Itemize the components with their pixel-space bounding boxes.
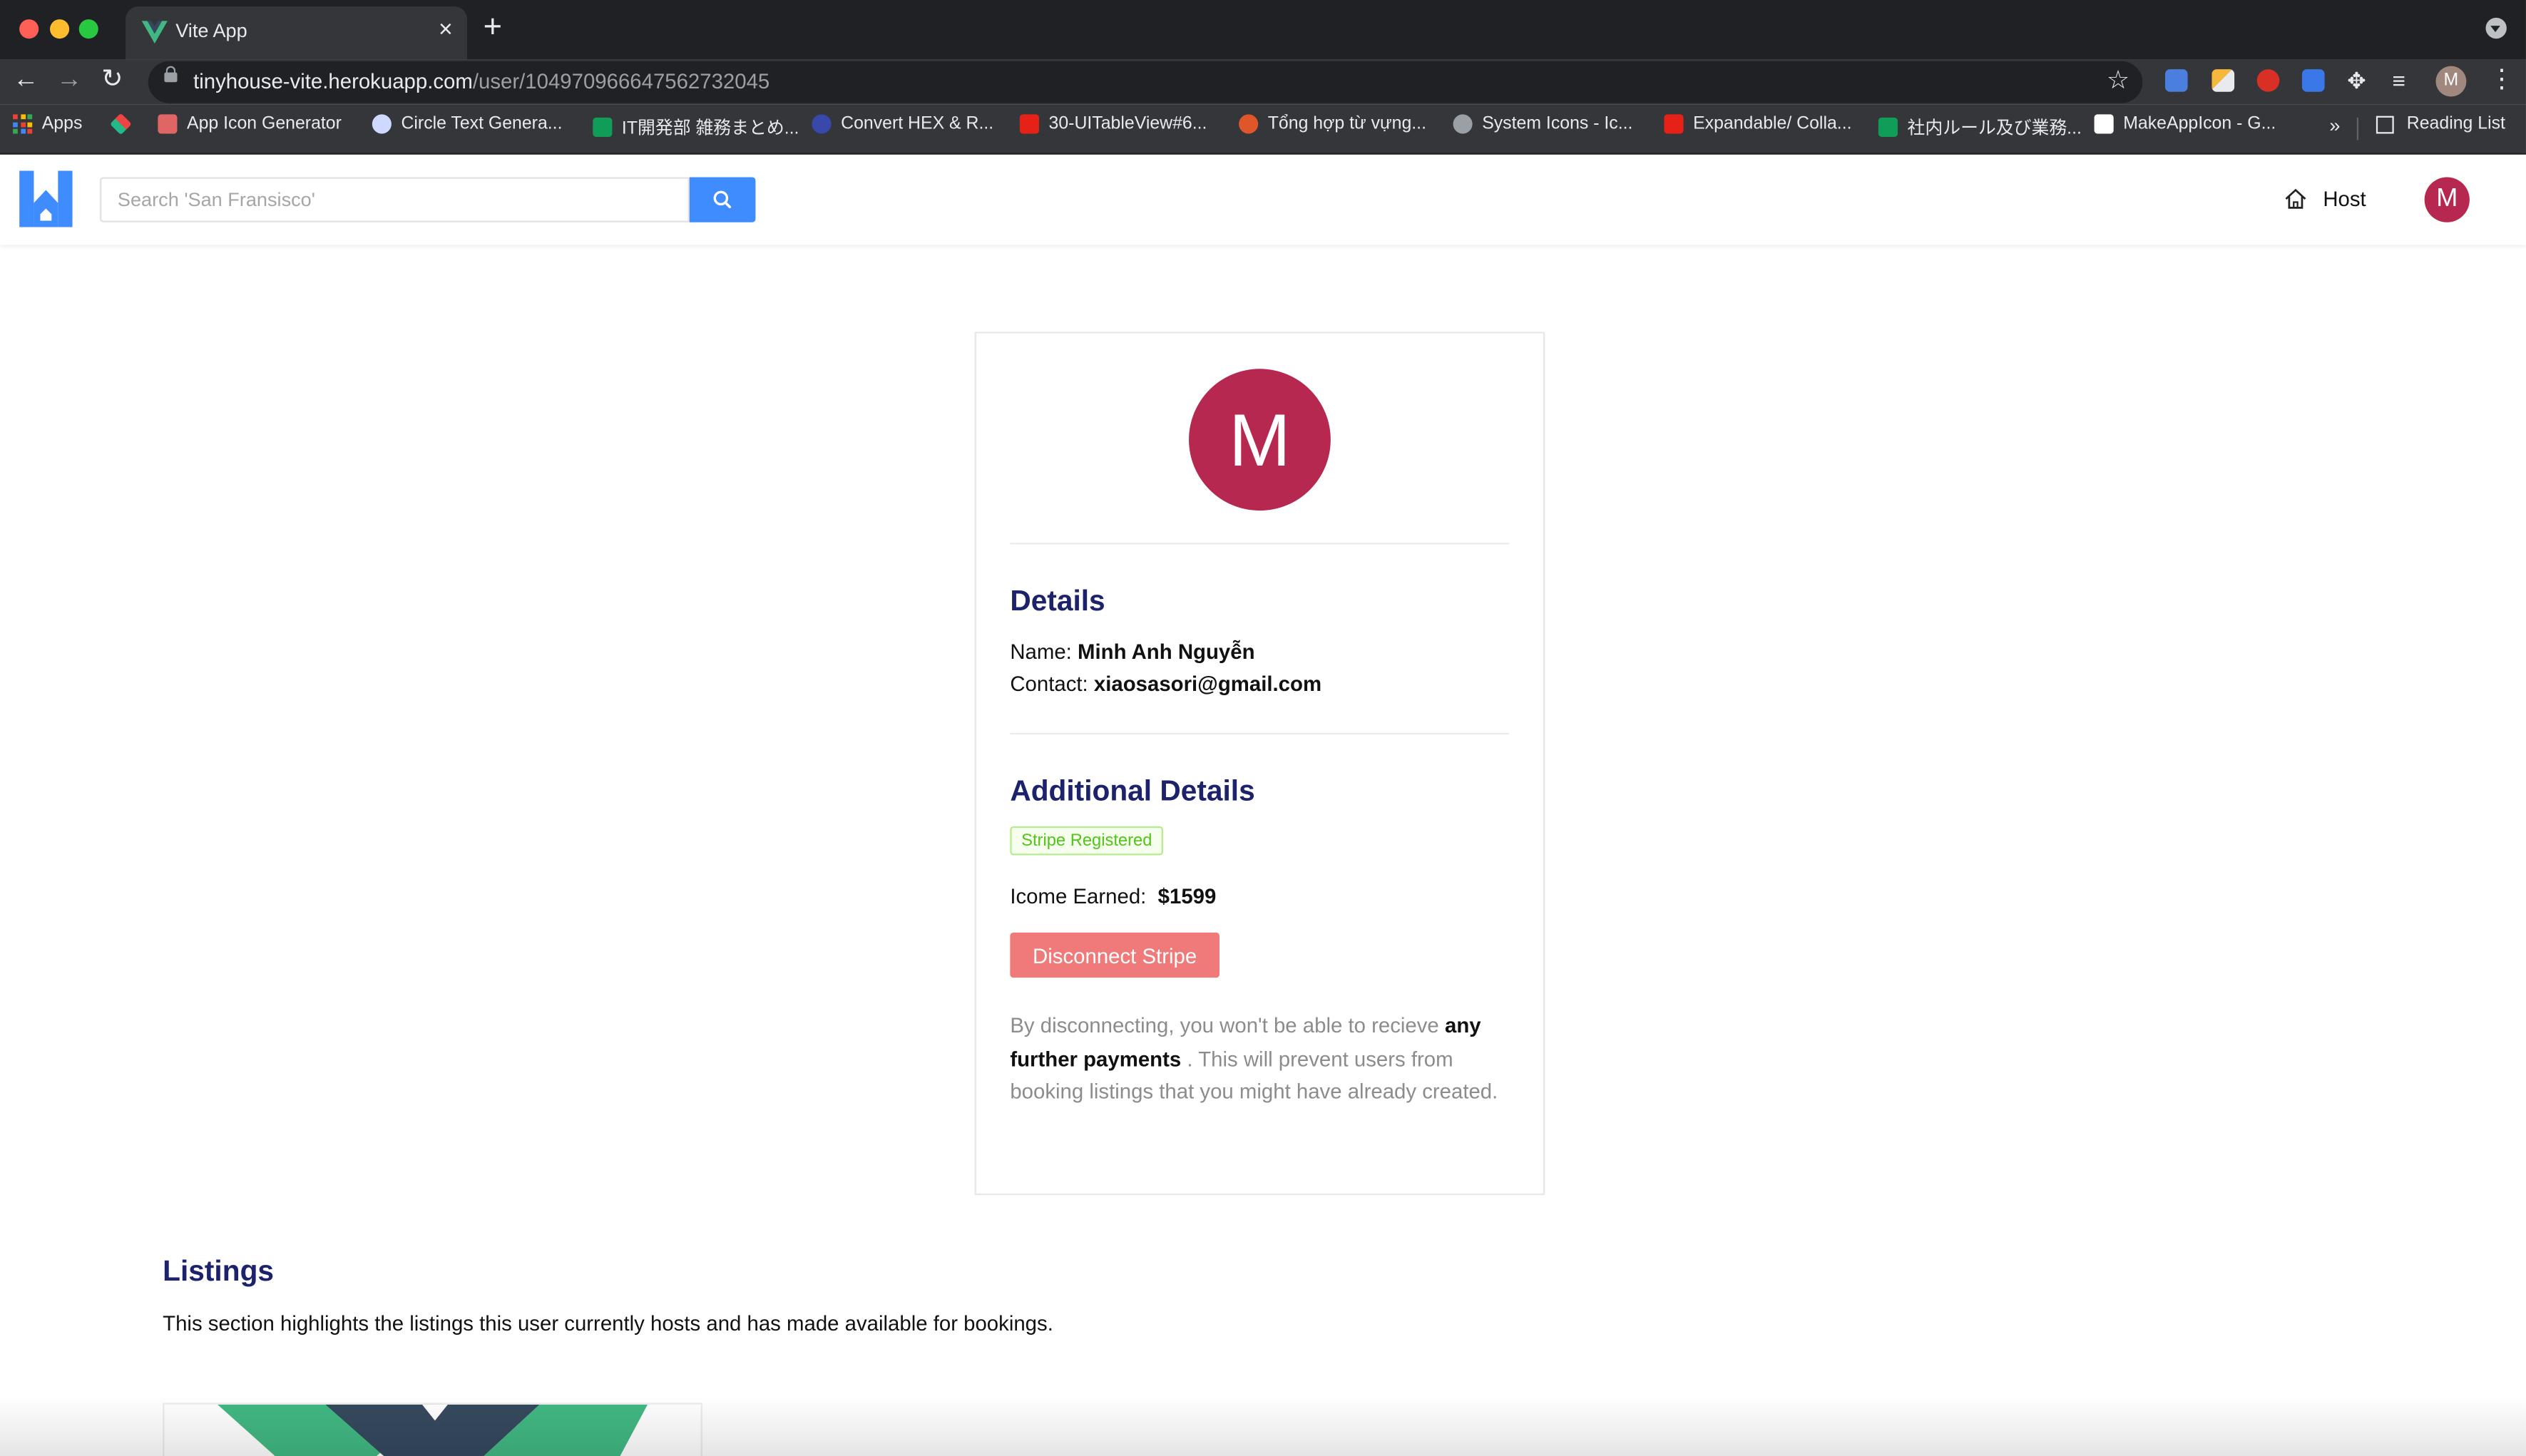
listings-title: Listings	[163, 1254, 275, 1287]
vite-logo-icon	[141, 21, 168, 43]
bookmarks-bar: Apps App Icon Generator Circle Text Gene…	[0, 104, 2526, 155]
contact-row: Contact: xiaosasori@gmail.com	[1010, 671, 1322, 696]
profile-card: M Details Name: Minh Anh Nguyễn Contact:…	[974, 332, 1545, 1196]
divider	[1010, 732, 1510, 735]
host-label: Host	[2323, 187, 2366, 211]
forward-icon[interactable]: →	[56, 64, 82, 96]
additional-details-title: Additional Details	[1010, 774, 1255, 807]
reading-list-button[interactable]: Reading List	[2376, 114, 2505, 133]
listing-card[interactable]	[163, 1403, 702, 1456]
tab-search-icon[interactable]	[2485, 17, 2507, 39]
apple-icon	[1453, 114, 1473, 134]
income-row: Icome Earned: $1599	[1010, 884, 1217, 909]
layers-icon	[110, 113, 132, 135]
makeappicon-icon	[2094, 114, 2114, 134]
listings-description: This section highlights the listings thi…	[163, 1311, 1053, 1335]
income-value: $1599	[1157, 884, 1217, 909]
window-close-button[interactable]	[19, 19, 39, 39]
extension-shield-icon[interactable]	[2256, 69, 2280, 92]
user-name: Minh Anh Nguyễn	[1078, 639, 1255, 664]
bookmark-expandable[interactable]: Expandable/ Colla...	[1664, 114, 1851, 134]
bookmarks-divider	[2356, 117, 2359, 140]
disconnect-note: By disconnecting, you won't be able to r…	[1010, 1012, 1498, 1104]
tab-close-icon[interactable]: ×	[439, 16, 453, 43]
browser-tab[interactable]: Vite App ×	[126, 6, 468, 60]
bookmark-circle-text[interactable]: Circle Text Genera...	[372, 114, 562, 134]
search-button[interactable]	[689, 177, 756, 222]
browser-tab-strip: Vite App × +	[0, 0, 2526, 60]
bookmark-uitableview[interactable]: 30-UITableView#6...	[1019, 114, 1207, 134]
reading-list-icon	[2376, 115, 2394, 133]
stripe-registered-tag: Stripe Registered	[1010, 826, 1164, 856]
new-tab-button[interactable]: +	[484, 10, 502, 47]
window-maximize-button[interactable]	[78, 19, 98, 39]
tinyhouse-logo-icon[interactable]	[19, 170, 73, 227]
search-icon	[713, 190, 732, 209]
page-content: Host M M Details Name: Minh Anh Nguyễn C…	[0, 154, 2526, 1456]
address-bar[interactable]: tinyhouse-vite.herokuapp.com/user/104970…	[148, 61, 2143, 103]
name-row: Name: Minh Anh Nguyễn	[1010, 639, 1255, 664]
bookmark-it-dept[interactable]: IT開発部 雑務まとめ...	[593, 114, 799, 140]
bookmark-convert-hex[interactable]: Convert HEX & R...	[812, 114, 993, 134]
bookmark-app-icon-generator[interactable]: App Icon Generator	[158, 114, 342, 134]
extension-pen-icon[interactable]	[2211, 69, 2235, 92]
youtube-icon	[1664, 114, 1684, 134]
bookmark-layers[interactable]	[110, 113, 140, 135]
browser-toolbar: ← → ↻ tinyhouse-vite.herokuapp.com/user/…	[0, 59, 2526, 105]
app-grid-icon	[158, 114, 178, 134]
extension-translate-icon[interactable]	[2301, 69, 2325, 92]
host-link[interactable]: Host	[2284, 187, 2366, 211]
bookmark-tong-hop[interactable]: Tổng hợp từ vựng...	[1239, 114, 1426, 134]
apps-grid-icon	[13, 114, 33, 134]
back-icon[interactable]: ←	[13, 64, 39, 96]
media-queue-icon[interactable]: ≡	[2392, 64, 2405, 96]
profile-avatar-large: M	[1189, 369, 1331, 511]
bookmark-makeappicon[interactable]: MakeAppIcon - G...	[2094, 114, 2276, 134]
user-email: xiaosasori@gmail.com	[1093, 671, 1322, 696]
listing-image-vue-logo	[217, 1404, 648, 1456]
extension-screen-icon[interactable]	[2164, 69, 2188, 92]
bookmark-system-icons[interactable]: System Icons - Ic...	[1453, 114, 1632, 134]
app-header: Host M	[0, 154, 2526, 245]
youtube-icon	[1019, 114, 1039, 134]
extensions-puzzle-icon[interactable]: ✥	[2347, 64, 2366, 96]
search-input[interactable]	[100, 177, 690, 222]
window-minimize-button[interactable]	[50, 19, 70, 39]
bookmarks-overflow-button[interactable]: »	[2329, 114, 2340, 137]
sheets-icon	[1878, 117, 1898, 138]
disconnect-stripe-button[interactable]: Disconnect Stripe	[1010, 932, 1219, 978]
profile-avatar[interactable]: M	[2435, 66, 2467, 97]
lock-icon	[164, 66, 178, 83]
user-avatar[interactable]: M	[2424, 177, 2470, 222]
browser-menu-icon[interactable]: ⋮	[2489, 66, 2515, 96]
bookmark-apps[interactable]: Apps	[13, 114, 82, 134]
site-icon	[1239, 114, 1259, 134]
home-icon	[2285, 188, 2306, 209]
details-title: Details	[1010, 584, 1105, 617]
bookmark-star-icon[interactable]: ☆	[2107, 64, 2129, 96]
sheets-icon	[593, 117, 613, 138]
circle-text-icon	[372, 114, 392, 134]
bookmark-company-rules[interactable]: 社内ルール及び業務...	[1878, 114, 2082, 140]
globe-icon	[812, 114, 832, 134]
divider	[1010, 543, 1510, 545]
reload-icon[interactable]: ↻	[101, 64, 123, 96]
url-text: tinyhouse-vite.herokuapp.com/user/104970…	[193, 69, 770, 94]
tab-title: Vite App	[175, 19, 247, 42]
